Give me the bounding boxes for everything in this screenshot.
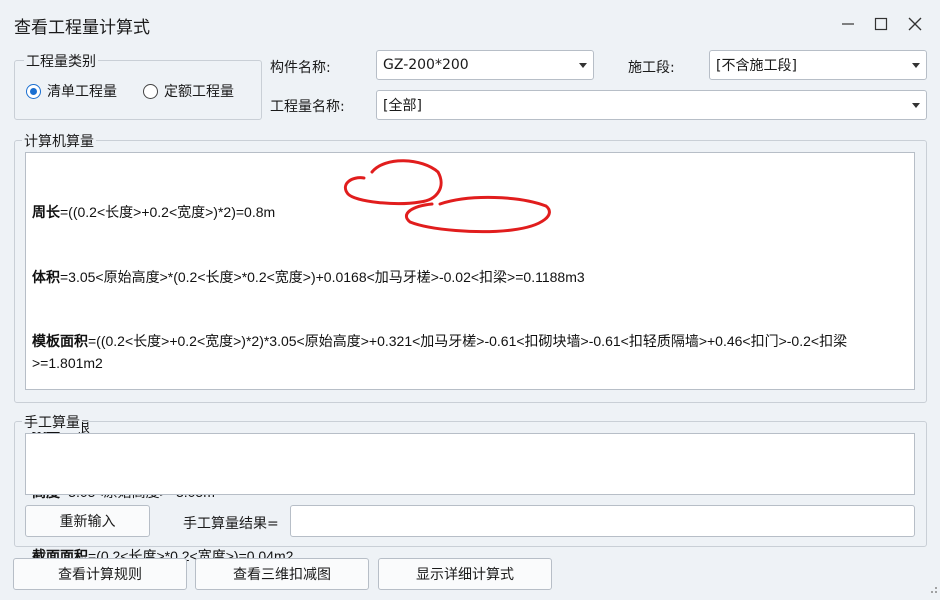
radio-bill-quantity-label: 清单工程量	[47, 84, 117, 100]
show-detail-button[interactable]: 显示详细计算式	[378, 558, 552, 590]
radio-unchecked-icon	[143, 83, 158, 99]
radio-quota-quantity[interactable]: 定额工程量	[143, 81, 234, 101]
formula-line-expr: =((0.2<长度>+0.2<宽度>)*2)*3.05<原始高度>+0.321<…	[32, 333, 848, 371]
section-value: [不含施工段]	[716, 58, 797, 74]
manual-result-input[interactable]	[290, 505, 915, 537]
chevron-down-icon	[906, 62, 926, 68]
quantity-name-select[interactable]: [全部]	[376, 90, 927, 120]
component-name-label: 构件名称:	[270, 60, 331, 76]
formula-line-expr: =3.05<原始高度>*(0.2<长度>*0.2<宽度>)+0.0168<加马牙…	[60, 268, 585, 285]
section-select[interactable]: [不含施工段]	[709, 50, 927, 80]
title-bar: 查看工程量计算式	[0, 0, 940, 46]
quantity-category-title: 工程量类别	[24, 51, 98, 71]
quantity-name-value: [全部]	[383, 98, 422, 114]
maximize-icon	[874, 17, 888, 31]
maximize-button[interactable]	[864, 10, 898, 38]
close-icon	[908, 17, 922, 31]
component-name-select[interactable]: GZ-200*200	[376, 50, 594, 80]
resize-grip-icon[interactable]	[928, 582, 938, 598]
chevron-down-icon	[573, 62, 593, 68]
formula-line-name: 体积	[32, 268, 60, 285]
radio-quota-quantity-label: 定额工程量	[164, 84, 234, 100]
section-label: 施工段:	[628, 60, 675, 76]
computer-calc-textarea[interactable]: 周长=((0.2<长度>+0.2<宽度>)*2)=0.8m 体积=3.05<原始…	[25, 152, 915, 564]
component-name-value: GZ-200*200	[383, 57, 469, 73]
radio-checked-icon	[26, 83, 41, 99]
manual-calc-textarea[interactable]	[25, 433, 915, 495]
formula-line-name: 周长	[32, 204, 60, 220]
computer-calc-title: 计算机算量	[22, 131, 96, 151]
radio-bill-quantity[interactable]: 清单工程量	[26, 81, 117, 101]
minimize-icon	[841, 17, 855, 31]
window-title: 查看工程量计算式	[14, 18, 150, 38]
manual-result-label: 手工算量结果=	[183, 516, 279, 532]
minimize-button[interactable]	[831, 10, 865, 38]
formula-line-expr: =((0.2<长度>+0.2<宽度>)*2)=0.8m	[60, 204, 276, 220]
view-3d-button[interactable]: 查看三维扣减图	[195, 558, 369, 590]
formula-line-formwork-area: 模板面积=((0.2<长度>+0.2<宽度>)*2)*3.05<原始高度>+0.…	[32, 331, 908, 374]
formula-line-name: 模板面积	[32, 333, 88, 349]
reinput-button[interactable]: 重新输入	[25, 505, 150, 537]
close-button[interactable]	[898, 10, 932, 38]
view-rules-button[interactable]: 查看计算规则	[13, 558, 187, 590]
formula-line-perimeter: 周长=((0.2<长度>+0.2<宽度>)*2)=0.8m	[32, 202, 908, 224]
manual-calc-title: 手工算量	[22, 412, 82, 432]
quantity-name-label: 工程量名称:	[270, 99, 345, 115]
formula-line-volume: 体积=3.05<原始高度>*(0.2<长度>*0.2<宽度>)+0.0168<加…	[32, 267, 908, 289]
chevron-down-icon	[906, 102, 926, 108]
